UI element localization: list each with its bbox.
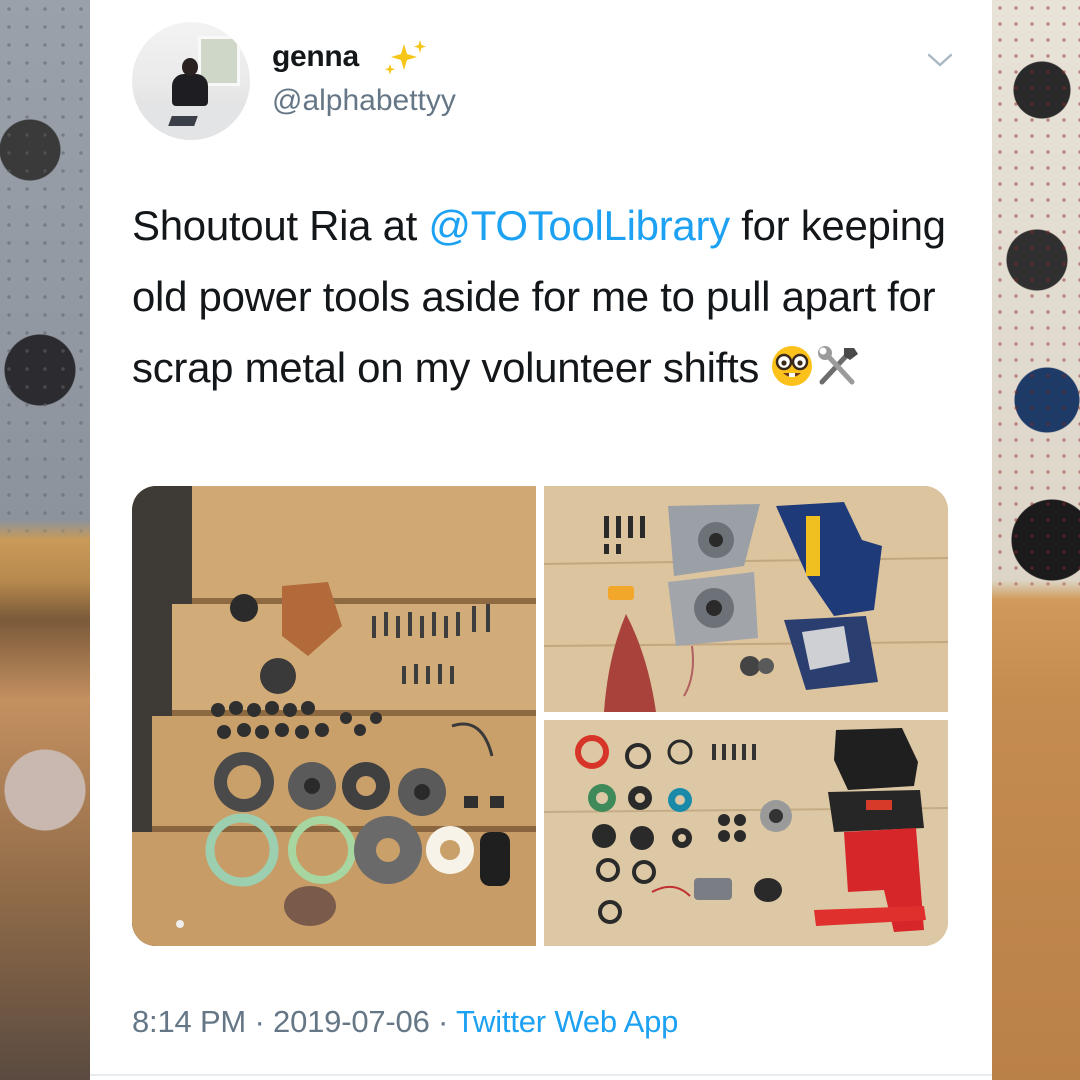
display-name[interactable]: genna [272, 40, 359, 74]
photo-1[interactable] [132, 486, 536, 946]
photo-3[interactable] [544, 720, 948, 946]
photo-2[interactable] [544, 486, 948, 712]
meta-separator: · [254, 1004, 265, 1039]
user-handle[interactable]: @alphabettyy [272, 84, 456, 118]
tweet-card: genna @alphabettyy Shoutout Ria at @TOTo… [90, 0, 992, 1080]
tweet-time[interactable]: 8:14 PM [132, 1004, 246, 1039]
hammer-and-wrench-icon [818, 346, 859, 385]
chevron-down-icon[interactable] [926, 50, 954, 70]
divider [90, 1074, 992, 1076]
sparkles-icon [385, 40, 426, 75]
nerd-face-icon [772, 346, 813, 386]
tweet-text-before-mention: Shoutout Ria at [132, 202, 429, 249]
tweet-source-link[interactable]: Twitter Web App [456, 1004, 678, 1039]
photo-grid [132, 486, 948, 946]
tweet-metadata: 8:14 PM · 2019-07-06 · Twitter Web App [132, 1004, 678, 1040]
background-photo-left [0, 0, 90, 1080]
tweet-text: Shoutout Ria at @TOToolLibrary for keepi… [132, 190, 952, 403]
background-photo-right [992, 0, 1080, 1080]
meta-separator: · [438, 1004, 449, 1039]
avatar[interactable] [132, 22, 250, 140]
tweet-date[interactable]: 2019-07-06 [273, 1004, 430, 1039]
mention-link[interactable]: @TOToolLibrary [428, 202, 730, 249]
